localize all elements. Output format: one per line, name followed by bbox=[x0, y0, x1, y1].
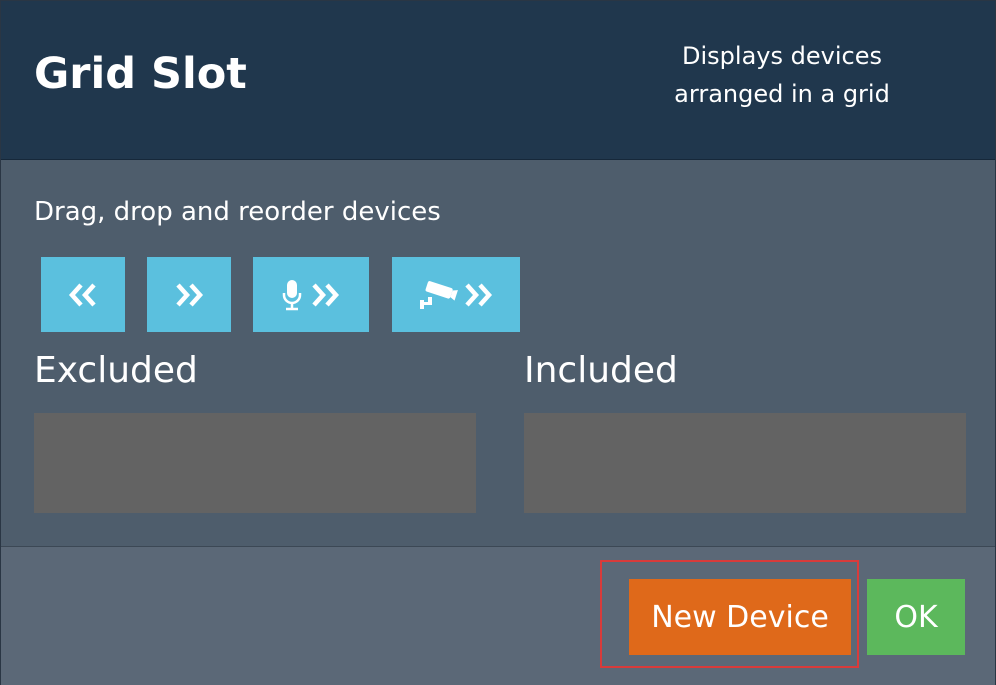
dialog-footer: New Device OK bbox=[1, 546, 995, 685]
move-cameras-right-button[interactable] bbox=[392, 257, 520, 332]
dialog-body: Drag, drop and reorder devices Excluded … bbox=[1, 160, 995, 545]
ok-button[interactable]: OK bbox=[867, 579, 965, 655]
dialog-subtitle: Displays devices arranged in a grid bbox=[674, 42, 890, 108]
excluded-devices-list[interactable] bbox=[34, 413, 476, 513]
move-microphones-right-button[interactable] bbox=[253, 257, 369, 332]
double-chevron-right-icon bbox=[312, 282, 340, 307]
security-camera-icon bbox=[420, 280, 458, 309]
double-chevron-left-icon bbox=[68, 282, 96, 307]
excluded-label: Excluded bbox=[34, 350, 198, 391]
move-all-left-button[interactable] bbox=[41, 257, 125, 332]
double-chevron-right-icon bbox=[176, 282, 204, 307]
dialog-header: Grid Slot Displays devices arranged in a… bbox=[1, 1, 995, 160]
new-device-button[interactable]: New Device bbox=[629, 579, 851, 655]
double-chevron-right-icon bbox=[465, 282, 493, 307]
included-devices-list[interactable] bbox=[524, 413, 966, 513]
microphone-icon bbox=[282, 279, 302, 310]
instructions-text: Drag, drop and reorder devices bbox=[34, 197, 441, 227]
dialog-title: Grid Slot bbox=[34, 49, 247, 99]
move-all-right-button[interactable] bbox=[147, 257, 231, 332]
included-label: Included bbox=[524, 350, 678, 391]
grid-slot-dialog: Grid Slot Displays devices arranged in a… bbox=[0, 0, 996, 685]
